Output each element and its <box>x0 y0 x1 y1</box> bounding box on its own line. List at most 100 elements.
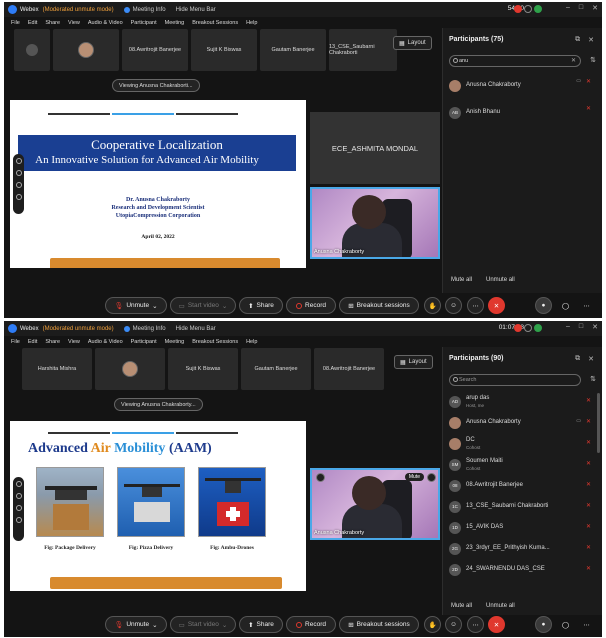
menu-help[interactable]: Help <box>246 339 257 345</box>
zoom-out-icon[interactable] <box>15 194 22 200</box>
zoom-in-icon[interactable] <box>15 182 22 188</box>
active-speaker-video[interactable]: Mute Anusna Chakraborty <box>310 468 440 540</box>
zoom-out-icon[interactable] <box>15 517 22 523</box>
list-item[interactable]: 1C 13_CSE_Saubarni Chakraborti ✕ <box>449 496 595 517</box>
end-meeting-button[interactable]: ✕ <box>488 297 505 314</box>
mic-muted-icon[interactable]: ✕ <box>586 523 591 530</box>
list-item[interactable]: AB Anish Bhanu ✕ <box>449 99 595 126</box>
more-icon[interactable] <box>427 473 436 482</box>
share-button[interactable]: ⬆ Share <box>239 616 283 633</box>
menu-meeting[interactable]: Meeting <box>165 20 185 26</box>
participant-tile[interactable]: 08.Awritrojit Banerjee <box>314 348 384 390</box>
annotate-icon[interactable] <box>15 493 22 499</box>
menu-help[interactable]: Help <box>246 20 257 26</box>
mic-muted-icon[interactable]: ✕ <box>586 439 591 446</box>
mute-all-button[interactable]: Mute all <box>451 277 472 283</box>
menu-audio-video[interactable]: Audio & Video <box>88 339 123 345</box>
chat-button[interactable]: ◯ <box>557 297 574 314</box>
scrollbar[interactable] <box>597 393 600 453</box>
menu-view[interactable]: View <box>68 339 80 345</box>
unmute-button[interactable]: 🎙 Unmute ⌄ <box>105 616 167 633</box>
menu-participant[interactable]: Participant <box>131 20 157 26</box>
list-item[interactable]: AD arup das Host, me ✕ <box>449 391 595 412</box>
mic-muted-icon[interactable]: ✕ <box>586 502 591 509</box>
search-input[interactable]: Search <box>449 374 581 386</box>
viewing-indicator[interactable]: Viewing Anusna Chakraborti... <box>112 79 200 92</box>
popout-icon[interactable]: ⧉ <box>575 36 580 44</box>
breakout-sessions-button[interactable]: ⊞ Breakout sessions <box>339 297 419 314</box>
raise-hand-button[interactable]: ✋ <box>424 616 441 633</box>
record-button[interactable]: Record <box>286 616 336 633</box>
meeting-info-button[interactable]: Meeting Info <box>123 325 166 332</box>
menu-edit[interactable]: Edit <box>28 339 37 345</box>
participant-tile[interactable] <box>53 29 119 71</box>
participant-name-tile[interactable]: ECE_ASHMITA MONDAL <box>310 112 440 184</box>
sort-icon[interactable]: ⇅ <box>590 56 596 64</box>
breakout-sessions-button[interactable]: ⊞ Breakout sessions <box>339 616 419 633</box>
settings-icon[interactable] <box>524 324 532 332</box>
start-video-button[interactable]: ▭ Start video ⌄ <box>170 297 236 314</box>
clear-search-icon[interactable]: ✕ <box>571 56 576 66</box>
menu-audio-video[interactable]: Audio & Video <box>88 20 123 26</box>
participant-tile[interactable]: 13_CSE_Saubarni Chakraborti <box>329 29 397 71</box>
participant-tile[interactable]: Gautam Banerjee <box>241 348 311 390</box>
list-item[interactable]: 1D 15_AVIK DAS ✕ <box>449 517 595 538</box>
participant-tile[interactable] <box>95 348 165 390</box>
mic-muted-icon[interactable]: ✕ <box>586 418 591 425</box>
participant-tile[interactable]: Harshita Mishra <box>22 348 92 390</box>
share-button[interactable]: ⬆ Share <box>239 297 283 314</box>
participant-tile[interactable]: 08.Awritrojit Banerjee <box>122 29 188 71</box>
search-input[interactable]: anu ✕ <box>449 55 581 67</box>
meeting-info-button[interactable]: Meeting Info <box>123 6 166 13</box>
list-item[interactable]: 2D 24_SWARNENDU DAS_CSE ✕ <box>449 559 595 580</box>
end-meeting-button[interactable]: ✕ <box>488 616 505 633</box>
maximize-icon[interactable]: □ <box>579 4 583 12</box>
zoom-in-icon[interactable] <box>15 505 22 511</box>
participants-toggle-button[interactable]: ● <box>535 616 552 633</box>
list-item[interactable]: DC Cohost ✕ <box>449 433 595 454</box>
menu-view[interactable]: View <box>68 20 80 26</box>
mute-participant-button[interactable]: Mute <box>404 473 424 481</box>
hide-menu-bar-button[interactable]: Hide Menu Bar <box>176 7 216 13</box>
mic-muted-icon[interactable]: ✕ <box>586 78 591 85</box>
close-icon[interactable]: ✕ <box>592 323 598 331</box>
list-item[interactable]: SM Soumen Maiti Cohost ✕ <box>449 454 595 475</box>
unmute-button[interactable]: 🎙 Unmute ⌄ <box>105 297 167 314</box>
participant-tile[interactable]: Sujit K Biswas <box>191 29 257 71</box>
unmute-all-button[interactable]: Unmute all <box>486 603 515 609</box>
popout-icon[interactable]: ⧉ <box>575 355 580 363</box>
minimize-icon[interactable]: – <box>566 323 570 331</box>
maximize-icon[interactable]: □ <box>579 323 583 331</box>
settings-icon[interactable] <box>524 5 532 13</box>
minimize-icon[interactable]: – <box>566 4 570 12</box>
record-button[interactable]: Record <box>286 297 336 314</box>
menu-participant[interactable]: Participant <box>131 339 157 345</box>
layout-button[interactable]: ▦ Layout <box>394 355 433 369</box>
annotate-icon[interactable] <box>15 170 22 176</box>
menu-meeting[interactable]: Meeting <box>165 339 185 345</box>
participants-toggle-button[interactable]: ● <box>535 297 552 314</box>
more-options-button[interactable]: ⋯ <box>467 297 484 314</box>
mic-muted-icon[interactable]: ✕ <box>586 460 591 467</box>
more-options-button[interactable]: ⋯ <box>467 616 484 633</box>
list-item[interactable]: 2G 23_3rdyr_EE_Prithyish Kuma... ✕ <box>449 538 595 559</box>
list-item[interactable]: 08 08.Awritrojit Banerjee ✕ <box>449 475 595 496</box>
list-item[interactable]: Anusna Chakraborty ▭ ✕ <box>449 72 595 99</box>
reactions-button[interactable]: ☺ <box>445 616 462 633</box>
menu-share[interactable]: Share <box>45 339 60 345</box>
participant-tile[interactable]: Sujit K Biswas <box>168 348 238 390</box>
video-options-icon[interactable] <box>316 473 325 482</box>
hide-menu-bar-button[interactable]: Hide Menu Bar <box>176 326 216 332</box>
mic-muted-icon[interactable]: ✕ <box>586 544 591 551</box>
layout-button[interactable]: ▦ Layout <box>393 36 432 50</box>
menu-breakout-sessions[interactable]: Breakout Sessions <box>192 20 238 26</box>
raise-hand-button[interactable]: ✋ <box>424 297 441 314</box>
close-panel-icon[interactable]: ✕ <box>588 355 594 363</box>
reactions-button[interactable]: ☺ <box>445 297 462 314</box>
menu-breakout-sessions[interactable]: Breakout Sessions <box>192 339 238 345</box>
mic-muted-icon[interactable]: ✕ <box>586 397 591 404</box>
menu-edit[interactable]: Edit <box>28 20 37 26</box>
mic-muted-icon[interactable]: ✕ <box>586 105 591 112</box>
menu-file[interactable]: File <box>11 20 20 26</box>
pointer-icon[interactable] <box>15 158 22 164</box>
